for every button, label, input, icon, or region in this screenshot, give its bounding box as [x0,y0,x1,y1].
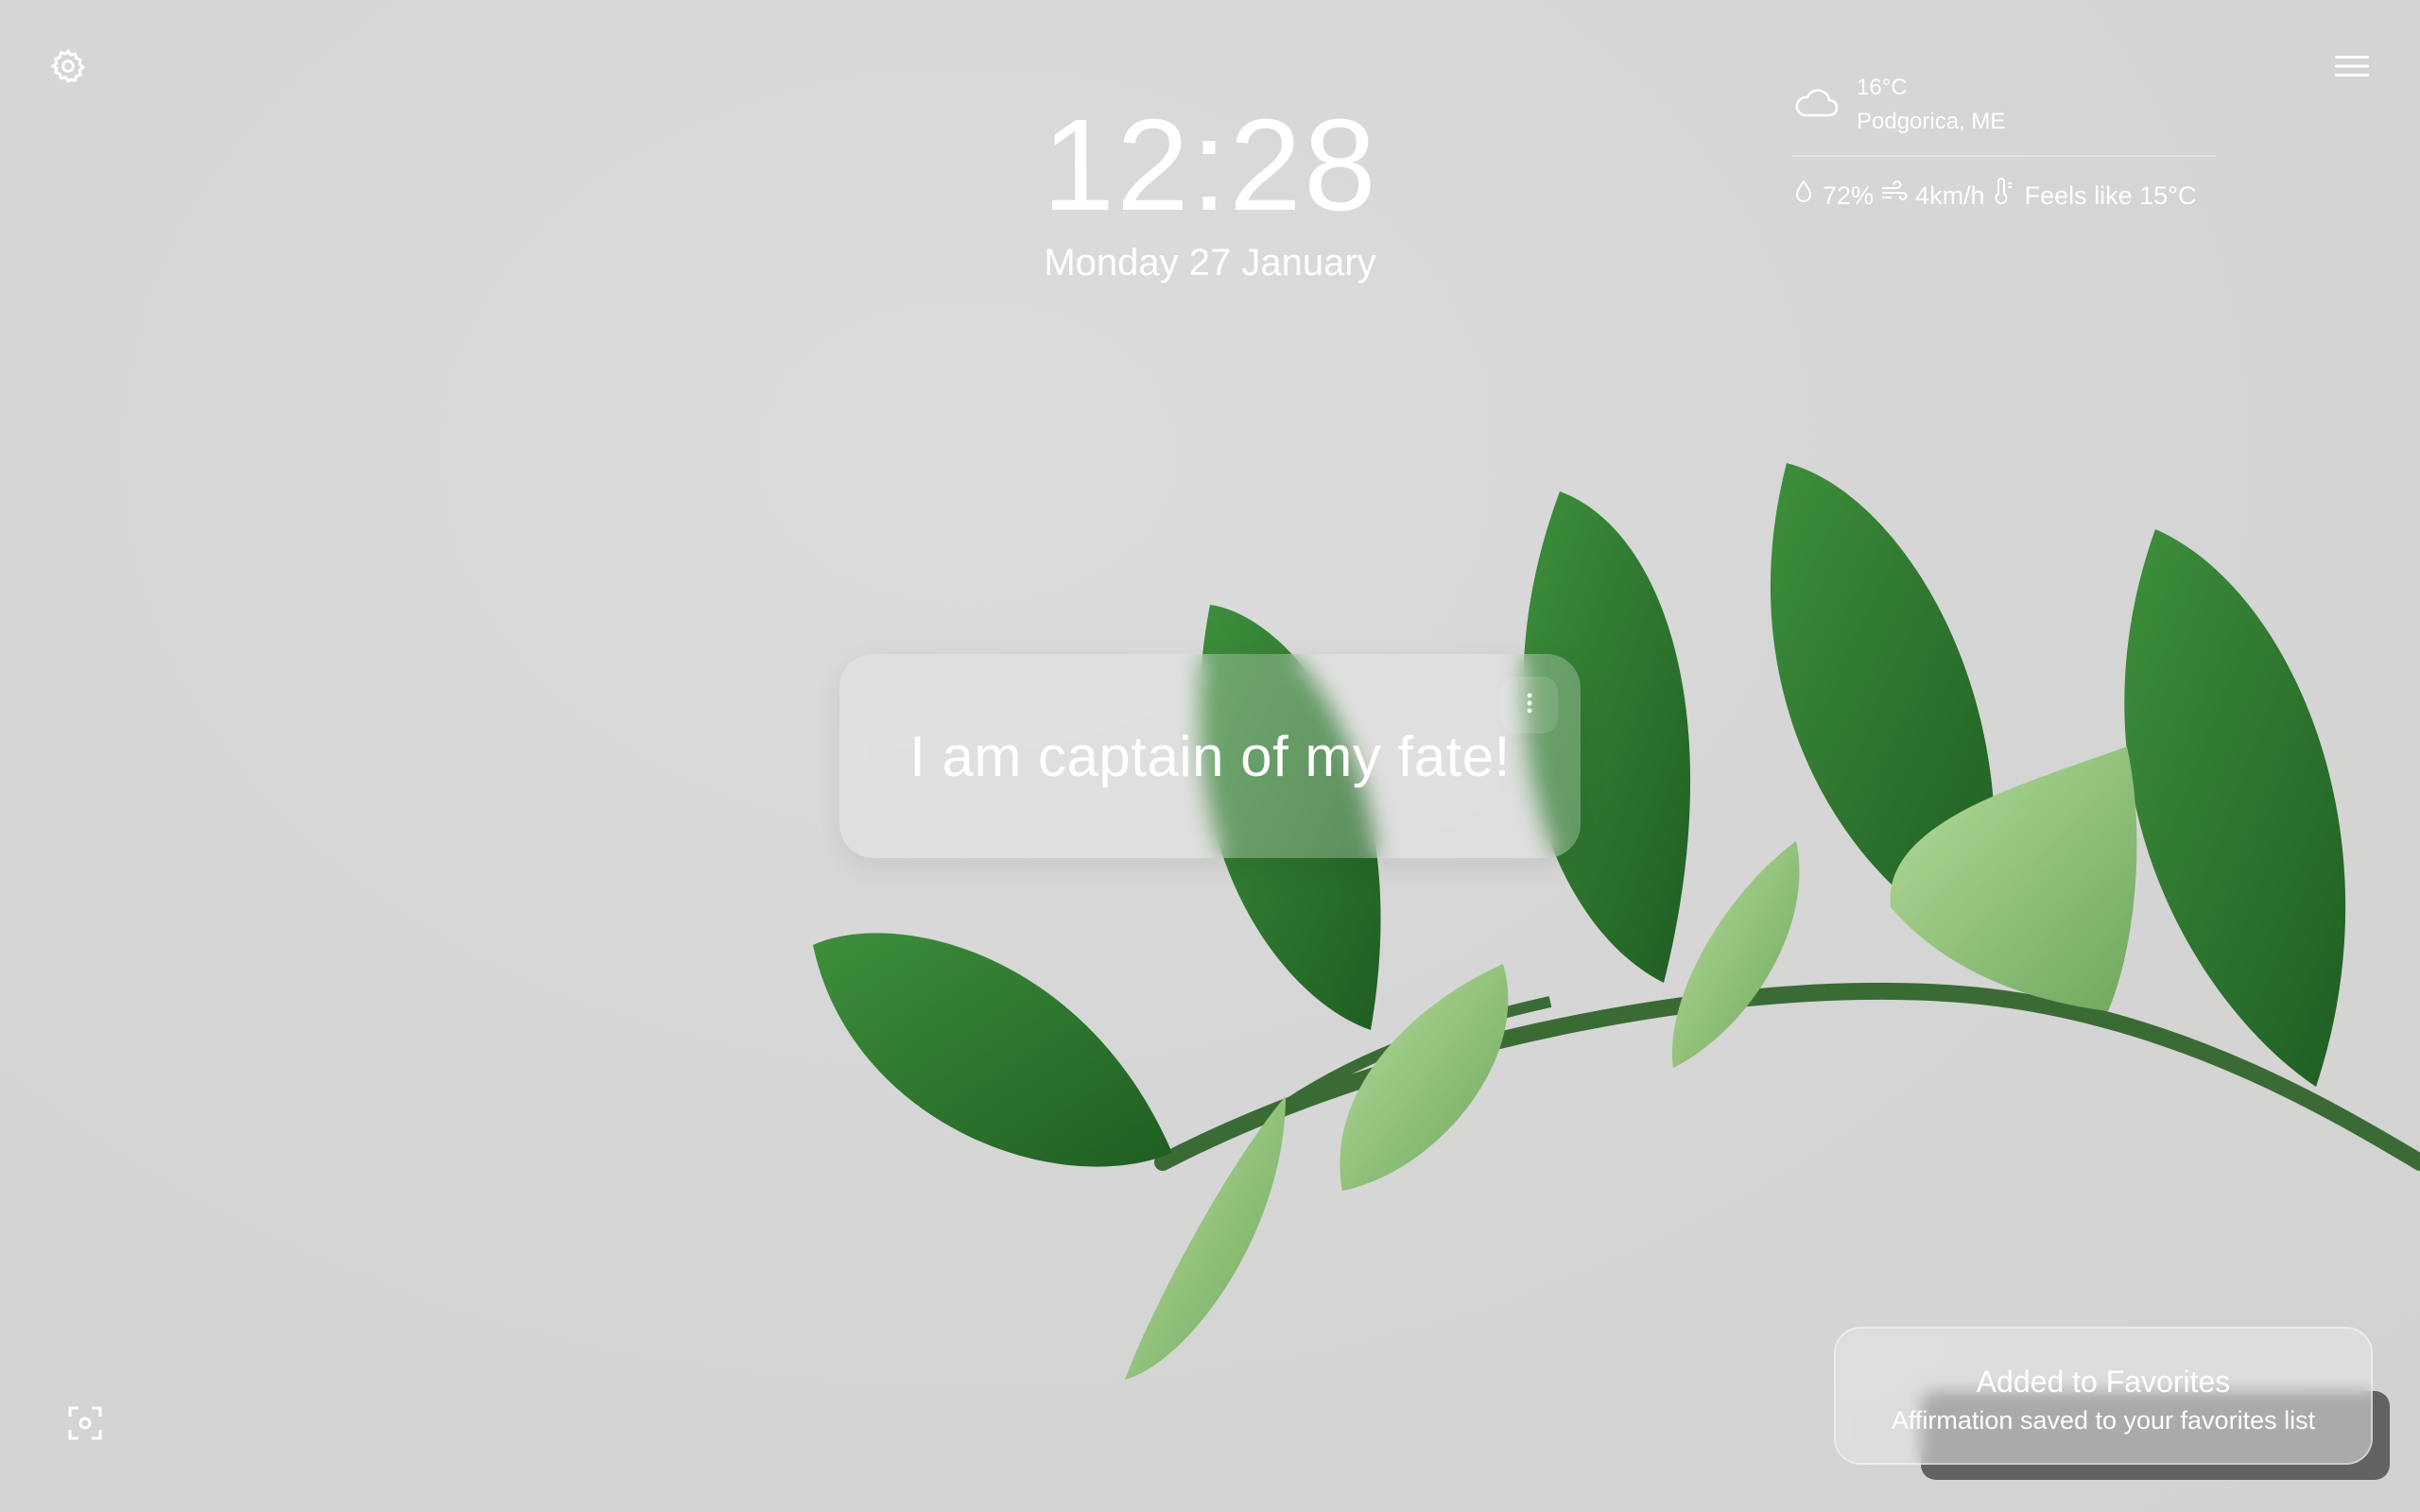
hamburger-menu-icon [2333,52,2371,85]
droplet-icon [1792,179,1815,213]
weather-temperature: 16°C [1857,75,1908,100]
weather-widget[interactable]: 16°C Podgorica, ME 72% 4km/h Feels like … [1792,72,2216,214]
toast-notification[interactable]: Added to Favorites Affirmation saved to … [1834,1327,2373,1465]
cloud-icon [1792,84,1840,127]
more-vertical-icon [1526,692,1533,719]
clock-widget: 12:28 Monday 27 January [1021,94,1399,285]
more-options-button[interactable] [1501,677,1558,733]
affirmation-card[interactable]: I am captain of my fate! [839,654,1581,858]
clock-date: Monday 27 January [1044,242,1376,284]
thermometer-icon [1991,178,2014,214]
affirmation-text: I am captain of my fate! [909,724,1511,788]
menu-button[interactable] [2329,45,2375,91]
weather-humidity: 72% [1823,181,1875,210]
toast-title: Added to Favorites [1976,1365,2231,1399]
clock-time: 12:28 [1042,93,1378,238]
screenshot-icon [66,1404,104,1447]
weather-feels-like: Feels like 15°C [2024,181,2197,210]
wind-icon [1879,180,1908,212]
toast-message: Affirmation saved to your favorites list [1891,1406,2316,1435]
weather-location: Podgorica, ME [1857,109,2006,134]
weather-wind: 4km/h [1915,181,1985,210]
weather-divider [1792,155,2216,157]
screenshot-button[interactable] [62,1402,108,1448]
settings-button[interactable] [45,45,91,91]
gear-icon [49,47,87,90]
